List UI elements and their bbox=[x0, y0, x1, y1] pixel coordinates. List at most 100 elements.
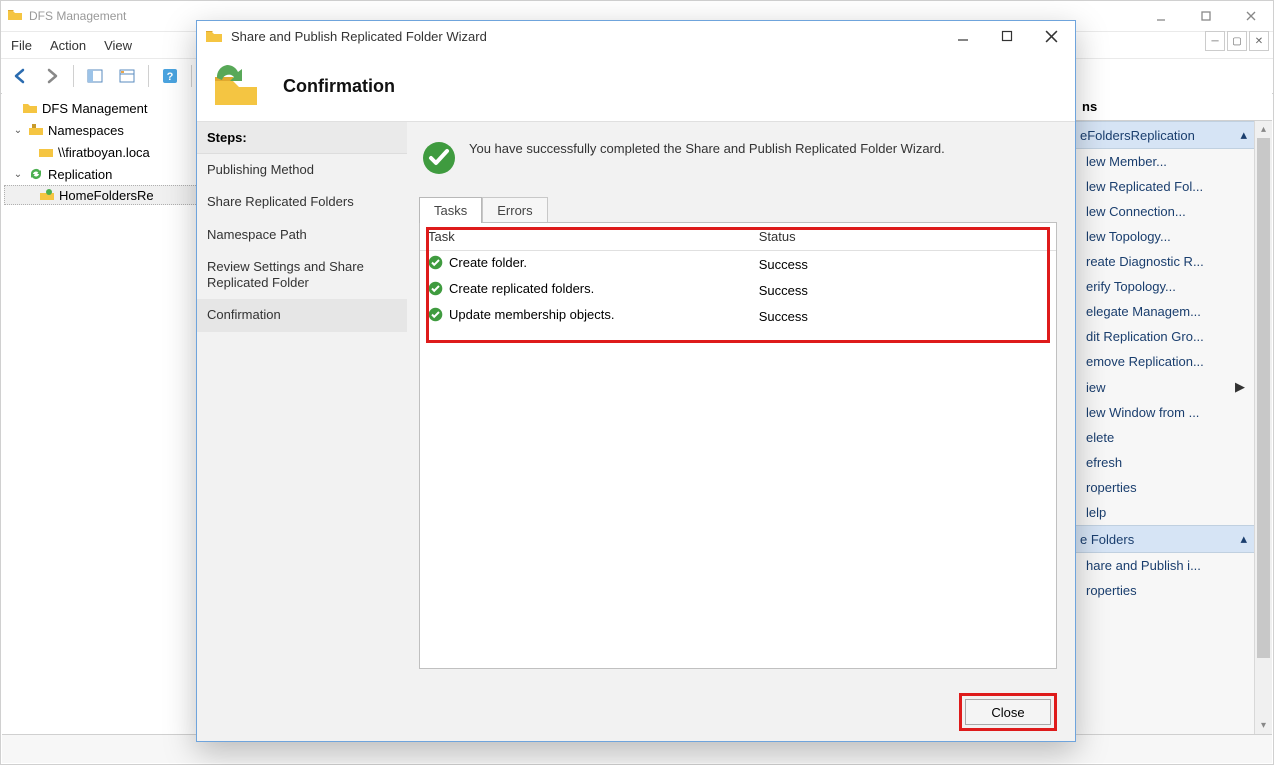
dialog-close-button[interactable] bbox=[1031, 23, 1071, 49]
action-item[interactable]: lew Topology... bbox=[1072, 224, 1255, 249]
toolbar-separator-2 bbox=[148, 65, 149, 87]
collapse-icon: ▴ bbox=[1240, 127, 1247, 143]
tree-replication-label: Replication bbox=[48, 167, 112, 182]
toolbar-properties-button[interactable] bbox=[114, 63, 140, 89]
actions-group-folders[interactable]: e Folders ▴ bbox=[1072, 525, 1255, 553]
action-item[interactable]: roperties bbox=[1072, 475, 1255, 500]
action-item[interactable]: dit Replication Gro... bbox=[1072, 324, 1255, 349]
action-item[interactable]: erify Topology... bbox=[1072, 274, 1255, 299]
tab-label: Tasks bbox=[434, 203, 467, 218]
toolbar-back-button[interactable] bbox=[7, 63, 33, 89]
result-tabs: Tasks Errors bbox=[419, 196, 1057, 222]
dialog-header: Confirmation bbox=[197, 51, 1075, 121]
collapse-icon: ▴ bbox=[1240, 531, 1247, 547]
wizard-step-current[interactable]: Confirmation bbox=[197, 299, 407, 331]
col-status[interactable]: Status bbox=[751, 223, 955, 251]
scroll-down-icon[interactable]: ▾ bbox=[1255, 717, 1272, 734]
col-task[interactable]: Task bbox=[420, 223, 751, 251]
task-status: Success bbox=[751, 303, 955, 329]
toolbar-separator-3 bbox=[191, 65, 192, 87]
wizard-step-label: Namespace Path bbox=[207, 227, 307, 242]
dialog-content: Steps: Publishing Method Share Replicate… bbox=[197, 121, 1075, 683]
tree-namespace-item[interactable]: \\firatboyan.loca bbox=[4, 141, 204, 163]
action-item[interactable]: lelp bbox=[1072, 500, 1255, 525]
mdi-close[interactable]: ✕ bbox=[1249, 31, 1269, 51]
actions-title: ns bbox=[1072, 93, 1272, 121]
dialog-icon bbox=[205, 27, 223, 45]
replication-icon bbox=[28, 166, 44, 182]
toolbar-show-tree-button[interactable] bbox=[82, 63, 108, 89]
action-item[interactable]: elegate Managem... bbox=[1072, 299, 1255, 324]
scroll-thumb[interactable] bbox=[1257, 138, 1270, 658]
menu-view[interactable]: View bbox=[104, 38, 132, 53]
task-status: Success bbox=[751, 251, 955, 278]
actions-scrollbar[interactable]: ▴ ▾ bbox=[1254, 121, 1272, 734]
tab-errors[interactable]: Errors bbox=[482, 197, 547, 223]
wizard-step[interactable]: Namespace Path bbox=[197, 219, 407, 251]
wizard-step[interactable]: Share Replicated Folders bbox=[197, 186, 407, 218]
action-item[interactable]: reate Diagnostic R... bbox=[1072, 249, 1255, 274]
dialog-title: Share and Publish Replicated Folder Wiza… bbox=[231, 29, 487, 44]
replication-item-icon bbox=[39, 187, 55, 203]
tasks-table: Task Status Create folder. Success Creat… bbox=[420, 223, 1056, 329]
task-name: Create replicated folders. bbox=[449, 281, 594, 296]
action-item-label: elegate Managem... bbox=[1086, 304, 1201, 319]
action-item[interactable]: roperties bbox=[1072, 578, 1255, 603]
expand-icon[interactable]: ⌄ bbox=[12, 169, 24, 180]
main-maximize-button[interactable] bbox=[1183, 2, 1228, 30]
dfs-root-icon bbox=[22, 100, 38, 116]
action-item-label: roperties bbox=[1086, 583, 1137, 598]
tab-tasks[interactable]: Tasks bbox=[419, 197, 482, 223]
scroll-up-icon[interactable]: ▴ bbox=[1255, 121, 1272, 138]
toolbar-help-button[interactable]: ? bbox=[157, 63, 183, 89]
action-item-view[interactable]: iew▶ bbox=[1072, 374, 1255, 400]
action-item-label: roperties bbox=[1086, 480, 1137, 495]
tree-replication-item[interactable]: HomeFoldersRe bbox=[4, 185, 204, 205]
dialog-minimize-button[interactable] bbox=[943, 23, 983, 49]
table-row[interactable]: Create folder. Success bbox=[420, 251, 1056, 278]
tree-namespaces[interactable]: ⌄ Namespaces bbox=[4, 119, 204, 141]
tasks-panel: Task Status Create folder. Success Creat… bbox=[419, 222, 1057, 669]
table-row[interactable]: Create replicated folders. Success bbox=[420, 277, 1056, 303]
action-item-label: lew Replicated Fol... bbox=[1086, 179, 1203, 194]
action-item[interactable]: efresh bbox=[1072, 450, 1255, 475]
task-success-icon bbox=[428, 307, 443, 322]
dialog-maximize-button[interactable] bbox=[987, 23, 1027, 49]
action-item-label: elete bbox=[1086, 430, 1114, 445]
action-item[interactable]: lew Member... bbox=[1072, 149, 1255, 174]
action-item[interactable]: lew Replicated Fol... bbox=[1072, 174, 1255, 199]
toolbar-forward-button[interactable] bbox=[39, 63, 65, 89]
mdi-restore[interactable]: ▢ bbox=[1227, 31, 1247, 51]
wizard-step[interactable]: Publishing Method bbox=[197, 154, 407, 186]
tree-pane: DFS Management ⌄ Namespaces \\firatboyan… bbox=[2, 93, 207, 734]
action-item[interactable]: emove Replication... bbox=[1072, 349, 1255, 374]
actions-group-label: e Folders bbox=[1080, 532, 1134, 547]
action-item[interactable]: lew Window from ... bbox=[1072, 400, 1255, 425]
tree-replication[interactable]: ⌄ Replication bbox=[4, 163, 204, 185]
action-item-label: lew Window from ... bbox=[1086, 405, 1199, 420]
mdi-minimize[interactable]: ─ bbox=[1205, 31, 1225, 51]
toolbar-separator bbox=[73, 65, 74, 87]
action-item[interactable]: lew Connection... bbox=[1072, 199, 1255, 224]
main-minimize-button[interactable] bbox=[1138, 2, 1183, 30]
action-item-label: efresh bbox=[1086, 455, 1122, 470]
close-button[interactable]: Close bbox=[965, 699, 1051, 725]
expand-icon[interactable]: ⌄ bbox=[12, 125, 24, 136]
menu-action[interactable]: Action bbox=[50, 38, 86, 53]
menu-file[interactable]: File bbox=[11, 38, 32, 53]
namespaces-icon bbox=[28, 122, 44, 138]
action-item[interactable]: hare and Publish i... bbox=[1072, 553, 1255, 578]
table-row[interactable]: Update membership objects. Success bbox=[420, 303, 1056, 329]
action-item-label: erify Topology... bbox=[1086, 279, 1176, 294]
tree-root[interactable]: DFS Management bbox=[4, 97, 204, 119]
wizard-step-label: Review Settings and Share Replicated Fol… bbox=[207, 259, 364, 290]
action-item-label: lew Connection... bbox=[1086, 204, 1186, 219]
mdi-system-buttons: ─ ▢ ✕ bbox=[1205, 31, 1269, 51]
action-item[interactable]: elete bbox=[1072, 425, 1255, 450]
actions-group-replication[interactable]: eFoldersReplication ▴ bbox=[1072, 121, 1255, 149]
action-item-label: lew Topology... bbox=[1086, 229, 1171, 244]
annotation-highlight-close: Close bbox=[959, 693, 1057, 731]
main-close-button[interactable] bbox=[1228, 2, 1273, 30]
wizard-step[interactable]: Review Settings and Share Replicated Fol… bbox=[197, 251, 407, 300]
steps-header: Steps: bbox=[197, 122, 407, 154]
